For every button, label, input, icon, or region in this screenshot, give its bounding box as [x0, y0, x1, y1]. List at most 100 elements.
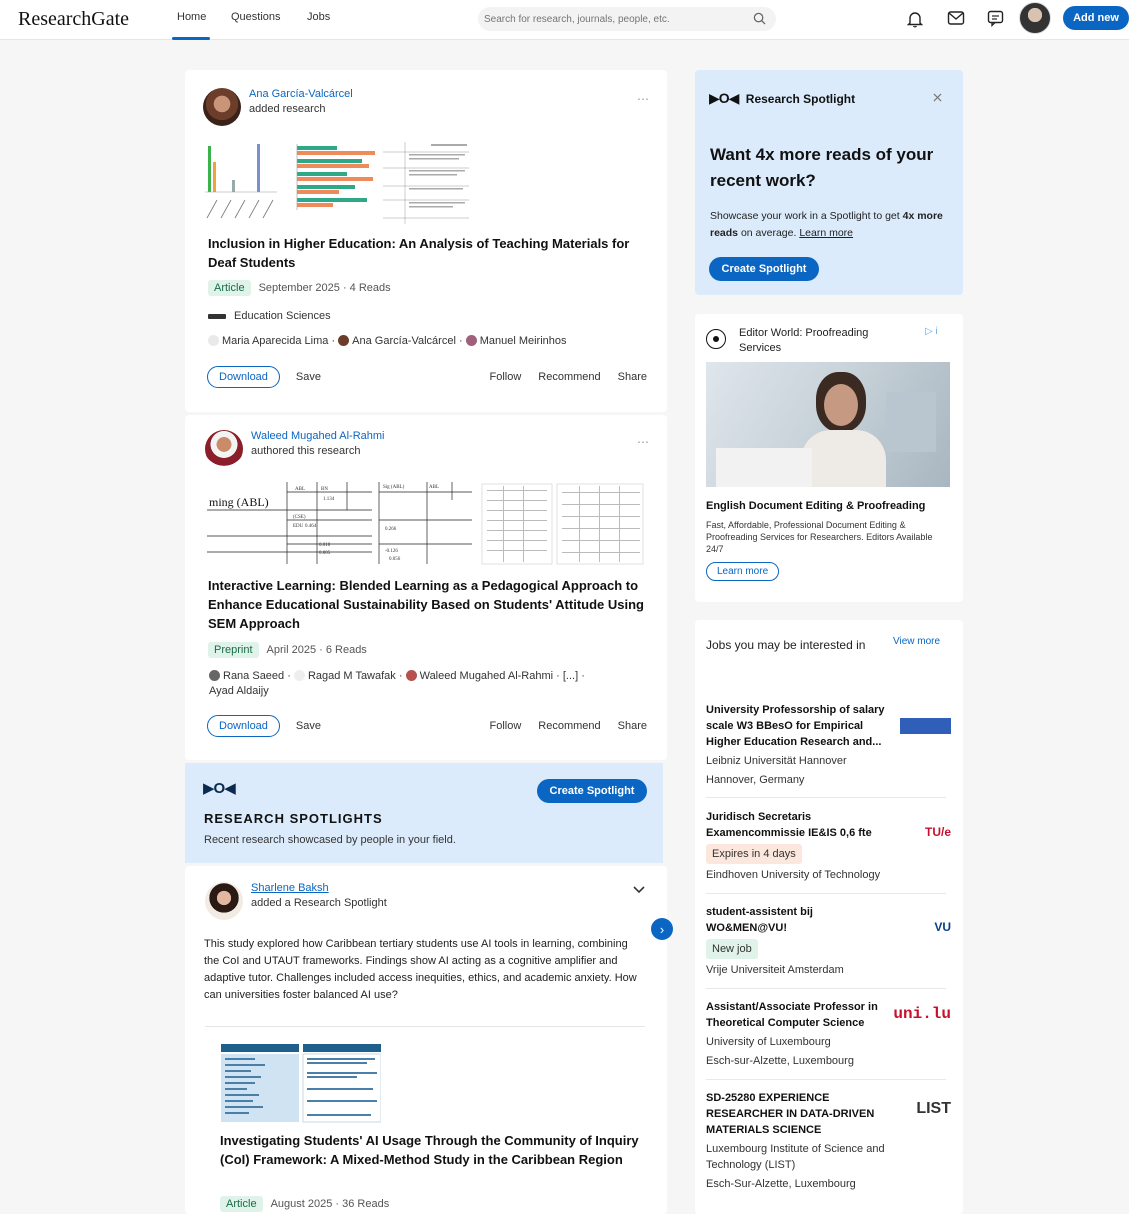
spotlight-promo-body: Showcase your work in a Spotlight to get… — [710, 210, 943, 239]
feed-card-spotlight: Sharlene Baksh added a Research Spotligh… — [185, 866, 673, 1214]
author-name-link[interactable]: Sharlene Baksh — [251, 882, 387, 894]
svg-text:1.134: 1.134 — [323, 497, 335, 502]
divider — [706, 893, 946, 894]
close-icon[interactable] — [933, 93, 942, 102]
create-spotlight-button[interactable]: Create Spotlight — [537, 779, 647, 803]
author-avatar[interactable] — [205, 882, 243, 920]
search-input[interactable] — [484, 7, 744, 31]
advertiser-name[interactable]: Editor World: Proofreading Services — [739, 326, 889, 356]
spotlight-description: This study explored how Caribbean tertia… — [204, 938, 637, 1001]
nav-jobs[interactable]: Jobs — [307, 11, 330, 23]
journal-icon — [208, 313, 226, 319]
save-button[interactable]: Save — [296, 720, 321, 732]
learn-more-link[interactable]: Learn more — [799, 227, 853, 239]
spotlight-preview-thumbnail[interactable] — [221, 1044, 381, 1124]
research-spotlights-banner: ▶O◀ Create Spotlight RESEARCH SPOTLIGHTS… — [185, 763, 663, 863]
author-link[interactable]: Rana Saeed — [223, 670, 284, 682]
research-meta: Article September 2025 · 4 Reads — [208, 280, 391, 296]
ad-title[interactable]: English Document Editing & Proofreading — [706, 500, 925, 512]
add-new-button[interactable]: Add new — [1063, 6, 1129, 30]
job-organization: University of Luxembourg — [706, 1036, 831, 1048]
recommend-button[interactable]: Recommend — [538, 371, 600, 383]
author-name-link[interactable]: Waleed Mugahed Al-Rahmi — [251, 430, 385, 442]
author-link[interactable]: Maria Aparecida Lima — [222, 335, 328, 347]
chevron-down-icon[interactable] — [633, 886, 645, 894]
author-link[interactable]: Ragad M Tawafak — [308, 670, 396, 682]
job-title[interactable]: student-assistent bij WO&MEN@VU! — [706, 904, 886, 936]
author-link[interactable]: Ayad Aldaijy — [209, 685, 269, 697]
job-listing-3[interactable]: student-assistent bij WO&MEN@VU! New job… — [706, 904, 951, 978]
active-nav-indicator — [172, 37, 210, 40]
job-listing-5[interactable]: SD-25280 EXPERIENCE RESEARCHER IN DATA-D… — [706, 1090, 951, 1192]
figure-preview-image — [205, 142, 469, 224]
research-preview-thumbnail[interactable] — [205, 140, 470, 226]
research-title-link[interactable]: Investigating Students' AI Usage Through… — [220, 1131, 640, 1169]
search-bar[interactable] — [478, 7, 776, 31]
nav-questions[interactable]: Questions — [231, 11, 281, 23]
author-name-link[interactable]: Ana García-Valcárcel — [249, 88, 353, 100]
svg-text:ABL: ABL — [295, 487, 305, 492]
notifications-bell-icon[interactable] — [907, 10, 923, 28]
author-link[interactable]: Waleed Mugahed Al-Rahmi — [420, 670, 554, 682]
follow-button[interactable]: Follow — [489, 720, 521, 732]
ad-image[interactable] — [706, 362, 950, 487]
download-button[interactable]: Download — [207, 366, 280, 388]
nav-home[interactable]: Home — [177, 11, 206, 23]
job-organization: Vrije Universiteit Amsterdam — [706, 964, 844, 976]
feed-author-row: Waleed Mugahed Al-Rahmi authored this re… — [205, 430, 385, 468]
author-action-text: added a Research Spotlight — [251, 897, 387, 909]
job-listing-4[interactable]: Assistant/Associate Professor in Theoret… — [706, 999, 951, 1069]
research-title-link[interactable]: Interactive Learning: Blended Learning a… — [208, 576, 648, 633]
researchgate-logo[interactable]: ResearchGate — [18, 8, 129, 31]
job-listing-2[interactable]: Juridisch Secretaris Examencommissie IE&… — [706, 809, 951, 883]
carousel-next-arrow-icon[interactable]: › — [651, 918, 673, 940]
download-button[interactable]: Download — [207, 715, 280, 737]
ad-choices-icon[interactable]: ▷ i — [925, 326, 938, 337]
feed-author-row: Sharlene Baksh added a Research Spotligh… — [205, 882, 387, 920]
job-listing-1[interactable]: University Professorship of salary scale… — [706, 702, 951, 788]
share-button[interactable]: Share — [618, 371, 647, 383]
advertiser-logo-icon — [706, 329, 726, 349]
more-options-icon[interactable]: ⋯ — [637, 92, 649, 106]
table-preview-image: ming (ABL) ABL BN 1.134 (CSE) EDU 0.464 0.01… — [207, 482, 644, 565]
svg-text:(CSE): (CSE) — [293, 515, 306, 520]
author-avatar[interactable] — [205, 430, 243, 468]
create-spotlight-button[interactable]: Create Spotlight — [709, 257, 819, 281]
job-title[interactable]: University Professorship of salary scale… — [706, 702, 886, 750]
job-organization: Eindhoven University of Technology — [706, 869, 881, 881]
questions-chat-icon[interactable] — [987, 10, 1004, 27]
feed-author-row: Ana García-Valcárcel added research — [203, 88, 353, 126]
leibniz-logo — [900, 718, 951, 734]
research-actions: Download Save Follow Recommend Share — [207, 366, 647, 388]
svg-text:0.266: 0.266 — [385, 527, 397, 532]
table-preview-text: ming (ABL) — [209, 495, 269, 509]
messages-envelope-icon[interactable] — [947, 10, 965, 26]
more-authors-link[interactable]: [...] — [563, 670, 578, 682]
jobs-heading: Jobs you may be interested in — [706, 638, 866, 652]
publication-date-reads: April 2025 · 6 Reads — [266, 644, 367, 656]
author-link[interactable]: Ana García-Valcárcel — [352, 335, 456, 347]
job-title[interactable]: Juridisch Secretaris Examencommissie IE&… — [706, 809, 886, 841]
svg-text:0.018: 0.018 — [319, 543, 331, 548]
feed-card-research-1: Ana García-Valcárcel added research ⋯ In… — [185, 70, 667, 412]
journal-row: Education Sciences — [208, 310, 331, 322]
table-preview-image — [221, 1044, 381, 1123]
job-title[interactable]: SD-25280 EXPERIENCE RESEARCHER IN DATA-D… — [706, 1090, 881, 1138]
author-avatar[interactable] — [203, 88, 241, 126]
profile-avatar[interactable] — [1019, 2, 1051, 34]
recommend-button[interactable]: Recommend — [538, 720, 600, 732]
author-link[interactable]: Manuel Meirinhos — [480, 335, 567, 347]
share-button[interactable]: Share — [618, 720, 647, 732]
journal-name-link[interactable]: Education Sciences — [234, 310, 331, 322]
research-preview-thumbnail[interactable]: ming (ABL) ABL BN 1.134 (CSE) EDU 0.464 0.01… — [207, 480, 645, 568]
job-title[interactable]: Assistant/Associate Professor in Theoret… — [706, 999, 886, 1031]
save-button[interactable]: Save — [296, 371, 321, 383]
search-icon[interactable] — [753, 12, 766, 25]
spotlights-heading: RESEARCH SPOTLIGHTS — [204, 811, 383, 826]
view-more-jobs-link[interactable]: View more — [893, 636, 940, 647]
svg-text:Sig (ABL): Sig (ABL) — [383, 485, 405, 490]
follow-button[interactable]: Follow — [489, 371, 521, 383]
more-options-icon[interactable]: ⋯ — [637, 435, 649, 449]
ad-learn-more-button[interactable]: Learn more — [706, 562, 780, 581]
research-title-link[interactable]: Inclusion in Higher Education: An Analys… — [208, 234, 648, 272]
